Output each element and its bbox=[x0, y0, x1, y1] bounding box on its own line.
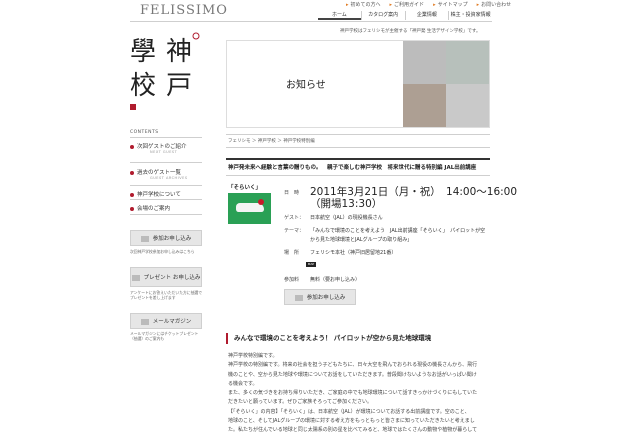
contents-label: CONTENTS bbox=[130, 130, 159, 135]
divider bbox=[226, 147, 490, 148]
stamp-char-to: 戸 bbox=[166, 71, 192, 101]
envelope-icon bbox=[140, 235, 149, 242]
felissimo-logo[interactable]: FELISSIMO bbox=[140, 3, 228, 18]
red-dot-icon bbox=[130, 170, 134, 175]
event-date-value: 2011年3月21日（月・祝） 14:00〜16:00 bbox=[310, 186, 518, 198]
sidebar-apply-button[interactable]: 参加お申し込み bbox=[130, 230, 202, 246]
red-dot-icon bbox=[130, 192, 134, 197]
hero-tile-1 bbox=[403, 41, 446, 84]
sidebar-item-sub: NEXT GUEST bbox=[150, 150, 178, 154]
header-divider bbox=[130, 21, 492, 22]
top-links: 初めての方へ ご利用ガイド サイトマップ お問い合わせ bbox=[346, 1, 520, 8]
divider bbox=[226, 158, 490, 160]
gift-icon bbox=[131, 274, 140, 281]
kobe-gakko-logo[interactable]: 學 神 校 戸 bbox=[130, 32, 202, 110]
divider bbox=[130, 199, 202, 200]
date-label: 日 時 bbox=[284, 190, 300, 196]
mail-icon bbox=[140, 318, 149, 325]
stamp-char-kou: 校 bbox=[130, 71, 156, 101]
body-line: た。私たちが住んでいる地球と同じ太陽系の別の星を比べてみると、地球ではたくさんの… bbox=[228, 427, 478, 434]
body-line: また、多くの気づきをお持ち帰りいただき、ご家庭の中でも地球環境について話すきっか… bbox=[228, 390, 478, 397]
fee-value: 無料（要お申し込み） bbox=[310, 277, 361, 283]
top-link-guide[interactable]: ご利用ガイド bbox=[390, 2, 425, 8]
section-heading: みんなで環境のことを考えよう！ パイロットが空から見た地球環境 bbox=[226, 333, 490, 344]
event-apply-button[interactable]: 参加お申し込み bbox=[284, 289, 356, 305]
hero-tile-2 bbox=[446, 41, 489, 84]
button-label: メールマガジン bbox=[152, 319, 192, 325]
event-open-time: （開場13:30） bbox=[310, 198, 383, 210]
divider bbox=[226, 175, 490, 176]
sidebar-present-button[interactable]: プレゼント お申し込み bbox=[130, 267, 202, 287]
nav-home[interactable]: ホーム bbox=[318, 11, 361, 20]
envelope-icon bbox=[294, 294, 303, 301]
body-line: 地球のこと、そしてJALグループの環境に対する考え方をもっともっと皆さまに知って… bbox=[228, 418, 475, 425]
event-date: 2011年3月21日（月・祝） 14:00〜16:00 （開場13:30） bbox=[310, 186, 517, 210]
hero-tile-3 bbox=[403, 84, 446, 127]
venue-value: フェリシモ本社（神戸旧居留地21番） bbox=[310, 250, 397, 256]
mail-note: メールマガジンにはチケットプレゼント（抽選）のご案内も bbox=[130, 331, 199, 341]
nav-investor[interactable]: 株主・投資家情報 bbox=[448, 11, 492, 20]
event-title: 神戸発未来へ経験と言葉の贈りもの。 親子で楽しむ神戸学校 将来世代に贈る特別編 … bbox=[228, 165, 477, 171]
sidebar-item-archives[interactable]: 過去のゲスト一覧 GUEST ARCHIVES bbox=[130, 168, 202, 180]
body-line: 神戸学校特別編です。 bbox=[228, 353, 278, 359]
red-dot-icon bbox=[130, 144, 134, 149]
divider bbox=[130, 214, 202, 215]
divider bbox=[130, 185, 202, 186]
stamp-red-square bbox=[130, 104, 136, 110]
sidebar-mail-button[interactable]: メールマガジン bbox=[130, 313, 202, 329]
red-dot-icon bbox=[130, 206, 134, 211]
notice-title: お知らせ bbox=[286, 80, 326, 91]
stamp-char-gaku: 學 bbox=[130, 37, 156, 67]
stamp-char-kami: 神 bbox=[166, 37, 192, 67]
intro-text: 神戸学校はフェリシモが主催する「神戸発 生活デザイン学校」です。 bbox=[340, 29, 481, 34]
sidebar-item-next-guest[interactable]: 次回ゲストのご紹介 NEXT GUEST bbox=[130, 142, 202, 154]
sidebar-item-label: 会場のご案内 bbox=[137, 206, 171, 212]
jal-plane-image bbox=[228, 193, 271, 224]
divider bbox=[226, 134, 490, 135]
top-link-first-time[interactable]: 初めての方へ bbox=[346, 2, 381, 8]
sidebar-item-about[interactable]: 神戸学校について bbox=[130, 190, 202, 198]
apply-note: 次回神戸学校参加お申し込みはこちら bbox=[130, 249, 195, 254]
divider bbox=[130, 162, 202, 163]
stamp-circle bbox=[192, 32, 200, 40]
body-line: 神戸学校の特別編です。将来の社会を担う子どもたちに、日々大空を飛んでおられる現役… bbox=[228, 362, 478, 369]
sidebar-item-label: 神戸学校について bbox=[137, 192, 181, 198]
theme-label: テーマ： bbox=[284, 228, 305, 234]
nav-company[interactable]: 企業情報 bbox=[404, 11, 449, 20]
body-line: る機会です。 bbox=[228, 380, 258, 387]
body-line: 【「そらいく」の内容】「そらいく」は、日本航空（JAL）が環境についてお話する出… bbox=[228, 408, 470, 415]
body-line: 機のことや、空から見た地球や環境についてお話をしていただきます。普段聞けないよう… bbox=[228, 371, 477, 378]
map-button[interactable]: MAP bbox=[306, 262, 316, 267]
sidebar-divider bbox=[130, 137, 202, 138]
section-body: 神戸学校特別編です。 神戸学校の特別編です。将来の社会を担う子どもたちに、日々大… bbox=[228, 352, 490, 436]
sidebar-item-venue[interactable]: 会場のご案内 bbox=[130, 204, 202, 212]
top-link-contact[interactable]: お問い合わせ bbox=[477, 2, 512, 8]
top-link-sitemap[interactable]: サイトマップ bbox=[433, 2, 468, 8]
sidebar-item-sub: GUEST ARCHIVES bbox=[150, 176, 188, 180]
venue-label: 場 所 bbox=[284, 250, 300, 256]
kobe-gakko-emblem: 學 神 校 戸 bbox=[130, 32, 200, 110]
nav-catalog[interactable]: カタログ案内 bbox=[360, 11, 405, 20]
button-label: 参加お申し込み bbox=[306, 295, 346, 301]
hero-tile-4 bbox=[446, 84, 489, 127]
button-label: 参加お申し込み bbox=[152, 236, 192, 242]
main-nav: ホーム カタログ案内 企業情報 株主・投資家情報 bbox=[318, 11, 492, 20]
guest-label: ゲスト： bbox=[284, 215, 305, 221]
plane-tail bbox=[258, 199, 264, 205]
fee-label: 参加料 bbox=[284, 277, 300, 283]
guest-value: 日本航空（JAL）の現役機長さん bbox=[310, 215, 383, 221]
present-note: アンケートにお答えいただいた方に抽選でプレゼントを差し上げます bbox=[130, 290, 202, 300]
breadcrumb[interactable]: フェリシモ ＞ 神戸学校 ＞ 神戸学校特別編 bbox=[228, 138, 315, 144]
theme-value: 「みんなで環境のことを考えよう JAL出前講座「そらいく」 パイロットが空から見… bbox=[310, 228, 486, 243]
event-image-label: 「そらいく」 bbox=[228, 185, 262, 191]
button-label: プレゼント お申し込み bbox=[143, 275, 201, 281]
body-line: だきたいと願っています。ぜひご家族そろってご参加ください。 bbox=[228, 399, 373, 406]
